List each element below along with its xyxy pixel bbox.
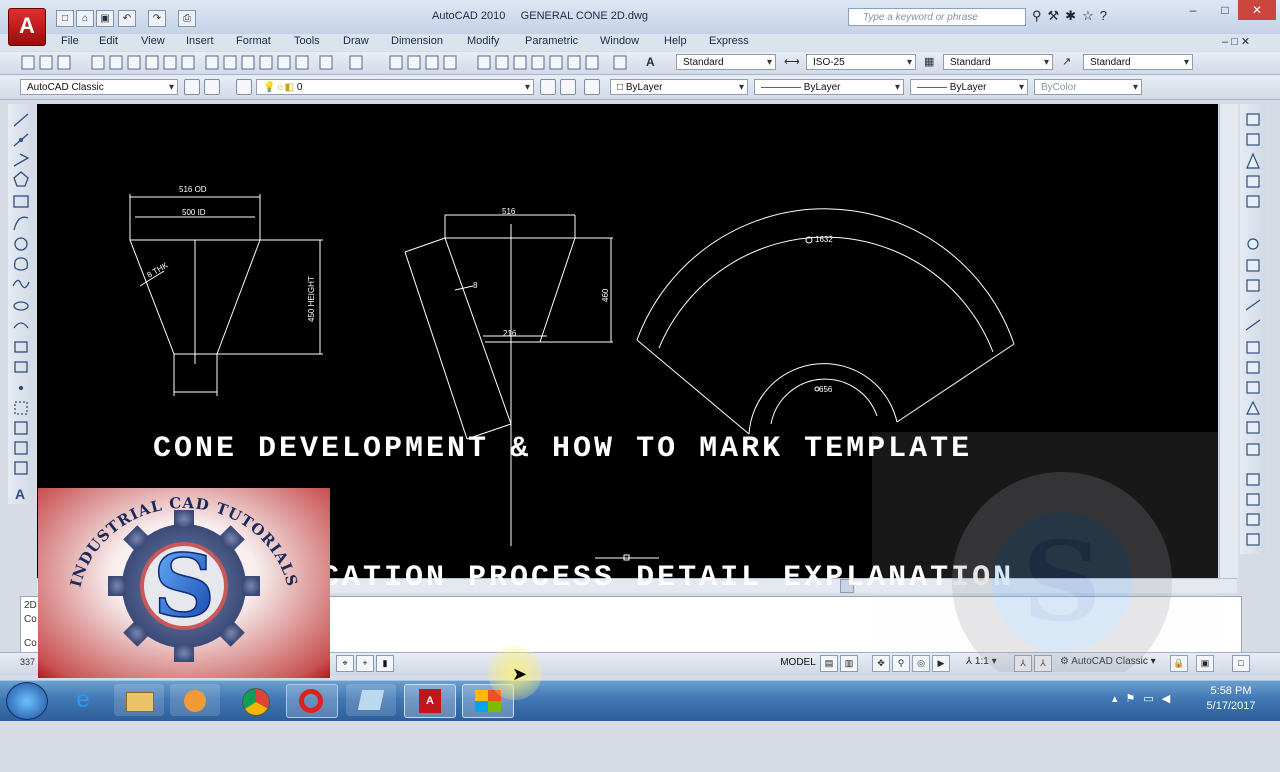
redo-icon[interactable]: ↷ <box>148 10 166 27</box>
autocad-app-icon[interactable]: A <box>8 8 46 46</box>
layer-previous-icon[interactable] <box>560 79 576 95</box>
dim-style-icon[interactable]: ⟷ <box>784 55 800 68</box>
plot-icon[interactable]: ⎙ <box>178 10 196 27</box>
dim-516: 516 <box>502 207 516 216</box>
new-icon[interactable]: □ <box>56 10 74 27</box>
clock-date: 5/17/2017 <box>1206 700 1256 712</box>
clean-screen-icon[interactable]: □ <box>1232 655 1250 672</box>
model-tab[interactable]: MODEL <box>778 655 818 670</box>
logo-letter: S <box>153 536 215 637</box>
internet-explorer-icon[interactable]: e <box>58 684 108 716</box>
autocad-taskbar-icon[interactable]: A <box>404 684 456 718</box>
menu-express[interactable]: Express <box>709 35 749 47</box>
menu-dimension[interactable]: Dimension <box>391 35 443 47</box>
svg-text:A: A <box>15 486 25 502</box>
command-line-1: 2D <box>24 600 37 611</box>
save-icon[interactable]: ▣ <box>96 10 114 27</box>
media-player-icon[interactable] <box>170 684 220 716</box>
menu-tools[interactable]: Tools <box>294 35 320 47</box>
command-line-3: Co <box>24 638 37 649</box>
file-explorer-icon[interactable] <box>114 684 164 716</box>
menu-parametric[interactable]: Parametric <box>525 35 578 47</box>
coordinate-readout: 337 <box>20 657 36 667</box>
menu-edit[interactable]: Edit <box>99 35 118 47</box>
start-button[interactable] <box>6 682 48 720</box>
dim-460: 460 <box>601 288 610 302</box>
draw-toolbar-icons[interactable]: A <box>10 110 32 502</box>
workspace-dropdown[interactable]: AutoCAD Classic <box>20 79 178 96</box>
tray-icons[interactable]: ▴⚑▭◀ <box>1112 692 1178 705</box>
close-button[interactable]: ✕ <box>1238 0 1276 20</box>
color-swatch-icon: □ <box>617 82 624 93</box>
lineweight-dropdown[interactable]: ——— ByLayer <box>910 79 1028 96</box>
dim-216: 216 <box>503 329 517 338</box>
taskbar-clock[interactable]: 5:58 PM 5/17/2017 <box>1196 684 1266 714</box>
dim-500-id: 500 ID <box>182 208 206 217</box>
opera-icon[interactable] <box>286 684 338 718</box>
minimize-button[interactable]: – <box>1176 0 1210 20</box>
lineweight-toggle[interactable]: ▮ <box>376 655 394 672</box>
vertical-scrollbar[interactable] <box>1219 104 1238 578</box>
table-style-dropdown[interactable]: Standard <box>943 54 1053 71</box>
layer-properties-icon[interactable] <box>236 79 252 95</box>
otrack-toggle[interactable]: + <box>356 655 374 672</box>
layer-match-icon[interactable] <box>584 79 600 95</box>
menu-window[interactable]: Window <box>600 35 639 47</box>
command-line-2: Co <box>24 614 37 625</box>
industrial-cad-tutorials-logo: S INDUSTRIAL CAD TUTORIALS <box>38 488 330 678</box>
modify-toolbar-icons[interactable] <box>1242 110 1264 550</box>
dim-arc-outer: 1632 <box>815 235 833 244</box>
standard-toolbar-icons[interactable] <box>20 55 640 71</box>
menu-format[interactable]: Format <box>236 35 271 47</box>
dim-thk: 8 THK <box>146 260 171 279</box>
infocenter-icons[interactable]: ⚲⚒✱☆? <box>1032 8 1113 24</box>
maximize-button[interactable]: □ <box>1208 0 1242 20</box>
layer-dropdown[interactable]: 💡☼◧ 0 <box>256 79 534 96</box>
linetype-dropdown[interactable]: ———— ByLayer <box>754 79 904 96</box>
svg-text:S: S <box>1022 517 1101 646</box>
undo-icon[interactable]: ↶ <box>118 10 136 27</box>
dim-style-dropdown[interactable]: ISO-25 <box>806 54 916 71</box>
window-title: AutoCAD 2010 GENERAL CONE 2D.dwg <box>432 10 649 22</box>
menu-help[interactable]: Help <box>664 35 687 47</box>
make-current-layer-icon[interactable] <box>540 79 556 95</box>
layer-name: 0 <box>296 82 303 93</box>
dim-516-od: 516 OD <box>179 185 207 194</box>
watermark-logo: S <box>872 432 1218 672</box>
mleader-style-dropdown[interactable]: Standard <box>1083 54 1193 71</box>
plotstyle-dropdown[interactable]: ByColor <box>1034 79 1142 96</box>
workspace-customize-icon[interactable] <box>204 79 220 95</box>
search-input[interactable]: Type a keyword or phrase <box>848 8 1026 26</box>
layout-icon[interactable]: ▤ <box>820 655 838 672</box>
text-style-dropdown[interactable]: Standard <box>676 54 776 71</box>
doc-window-controls[interactable]: – □ ✕ <box>1222 35 1250 48</box>
table-style-icon[interactable]: ▦ <box>924 55 934 68</box>
menu-view[interactable]: View <box>141 35 165 47</box>
clock-time: 5:58 PM <box>1210 685 1252 697</box>
open-icon[interactable]: ⌂ <box>76 10 94 27</box>
menu-insert[interactable]: Insert <box>186 35 214 47</box>
mouse-cursor-icon: ➤ <box>512 664 528 684</box>
dim-8: 8 <box>473 281 478 290</box>
menu-file[interactable]: File <box>61 35 79 47</box>
chrome-icon[interactable] <box>230 684 280 716</box>
layer-state-icons: 💡☼◧ <box>263 82 295 93</box>
color-dropdown[interactable]: □ ByLayer <box>610 79 748 96</box>
osnap-toggle[interactable]: ⌖ <box>336 655 354 672</box>
layout2-icon[interactable]: ▥ <box>840 655 858 672</box>
workspace-settings-icon[interactable] <box>184 79 200 95</box>
text-style-icon[interactable]: A <box>646 55 655 69</box>
menu-draw[interactable]: Draw <box>343 35 369 47</box>
mleader-style-icon[interactable]: ↗ <box>1062 55 1071 68</box>
dim-height: 450 HEIGHT <box>307 276 316 322</box>
menu-modify[interactable]: Modify <box>467 35 499 47</box>
app-icon[interactable] <box>346 684 396 716</box>
